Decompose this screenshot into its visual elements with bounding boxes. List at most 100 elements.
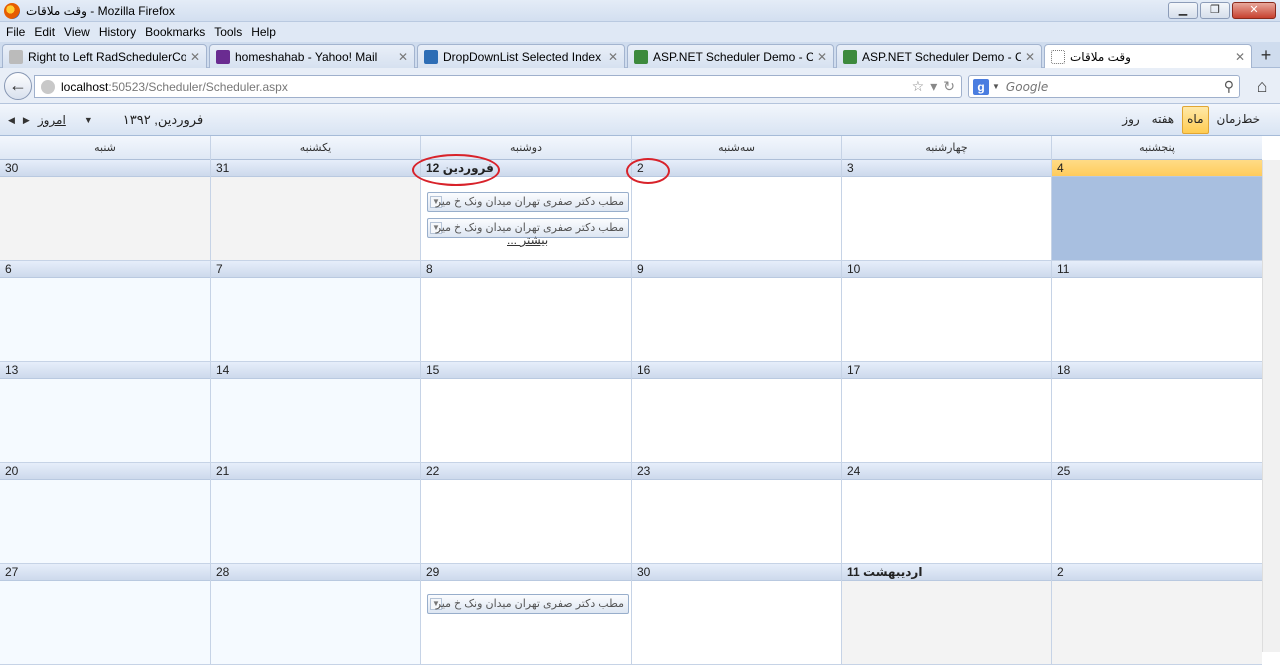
day-cell[interactable]: 31 [210,160,420,261]
day-cell[interactable]: 21 [210,463,420,564]
day-cell[interactable]: 28 [210,564,420,665]
prev-arrow-icon[interactable]: ◀ [8,115,15,126]
day-cell[interactable]: اردیبهشت 11 [841,564,1051,665]
reload-icon[interactable]: ↻ [943,78,955,95]
browser-tab[interactable]: ASP.NET Scheduler Demo - C... ✕ [836,44,1042,68]
day-cell[interactable]: 8 [420,261,631,362]
chevron-down-icon[interactable]: ▼ [992,82,1000,91]
dropdown-arrow-icon[interactable]: ▾ [930,78,937,95]
day-number[interactable]: 20 [0,463,210,480]
day-number[interactable]: 23 [632,463,841,480]
day-cell[interactable]: 30 [0,160,210,261]
browser-tab-active[interactable]: وقت ملاقات ✕ [1044,44,1252,69]
view-month-tab[interactable]: ماه [1182,106,1209,134]
day-number[interactable]: 4 [1052,160,1262,177]
day-number[interactable]: اردیبهشت 11 [842,564,1051,581]
tab-close-icon[interactable]: ✕ [1235,50,1245,64]
menu-bookmarks[interactable]: Bookmarks [143,25,212,39]
tab-close-icon[interactable]: ✕ [190,50,200,64]
day-cell[interactable]: 27 [0,564,210,665]
day-cell[interactable]: 10 [841,261,1051,362]
search-bar[interactable]: g ▼ ⚲ [968,75,1240,98]
tab-close-icon[interactable]: ✕ [608,50,618,64]
day-cell[interactable]: 9 [631,261,841,362]
day-number[interactable]: 7 [211,261,420,278]
day-number[interactable]: 15 [421,362,631,379]
day-number[interactable]: 30 [0,160,210,177]
day-number[interactable]: 9 [632,261,841,278]
browser-tab[interactable]: homeshahab - Yahoo! Mail ✕ [209,44,415,68]
day-cell-today[interactable]: 4 [1051,160,1262,261]
day-cell[interactable]: فروردین 12 ▼ مطب دکتر صفری تهران میدان و… [420,160,631,261]
google-icon[interactable]: g [973,78,989,95]
home-icon[interactable]: ⌂ [1250,76,1274,98]
new-tab-button[interactable]: + [1256,46,1276,66]
day-number[interactable]: 18 [1052,362,1262,379]
menu-file[interactable]: File [4,25,32,39]
day-number[interactable]: 30 [632,564,841,581]
day-number[interactable]: 21 [211,463,420,480]
day-number[interactable]: 8 [421,261,631,278]
minimize-button[interactable]: ▁ [1168,2,1198,19]
day-cell[interactable]: 14 [210,362,420,463]
day-number[interactable]: 31 [211,160,420,177]
tab-close-icon[interactable]: ✕ [1025,50,1035,64]
day-number[interactable]: 22 [421,463,631,480]
view-day-tab[interactable]: روز [1118,106,1143,134]
search-icon[interactable]: ⚲ [1224,78,1234,95]
day-cell[interactable]: 29 ▼ مطب دکتر صفری تهران میدان ونک خ میر [420,564,631,665]
close-window-button[interactable]: ✕ [1232,2,1276,19]
day-cell[interactable]: 17 [841,362,1051,463]
bookmark-star-icon[interactable]: ☆ [912,78,925,95]
day-number[interactable]: فروردین 12 [421,160,631,177]
search-input[interactable] [1005,79,1206,94]
day-number[interactable]: 17 [842,362,1051,379]
day-number[interactable]: 13 [0,362,210,379]
menu-history[interactable]: History [97,25,143,39]
day-number[interactable]: 28 [211,564,420,581]
menu-edit[interactable]: Edit [32,25,62,39]
tab-close-icon[interactable]: ✕ [398,50,408,64]
url-bar[interactable]: localhost :50523/Scheduler/Scheduler.asp… [34,75,962,98]
day-number[interactable]: 24 [842,463,1051,480]
day-cell[interactable]: 25 [1051,463,1262,564]
menu-view[interactable]: View [62,25,97,39]
day-cell[interactable]: 23 [631,463,841,564]
day-cell[interactable]: 20 [0,463,210,564]
day-number[interactable]: 25 [1052,463,1262,480]
appointment[interactable]: ▼ مطب دکتر صفری تهران میدان ونک خ میر [427,192,629,212]
day-cell[interactable]: 16 [631,362,841,463]
day-cell[interactable]: 30 [631,564,841,665]
tab-close-icon[interactable]: ✕ [817,50,827,64]
day-number[interactable]: 11 [1052,261,1262,278]
day-number[interactable]: 27 [0,564,210,581]
day-number[interactable]: 29 [421,564,631,581]
browser-tab[interactable]: DropDownList Selected Index ... ✕ [417,44,625,68]
menu-tools[interactable]: Tools [212,25,249,39]
day-number[interactable]: 10 [842,261,1051,278]
day-cell[interactable]: 13 [0,362,210,463]
show-more-link[interactable]: ... بیشتر [507,233,548,247]
appointment[interactable]: ▼ مطب دکتر صفری تهران میدان ونک خ میر [427,594,629,614]
day-cell[interactable]: 3 [841,160,1051,261]
day-cell[interactable]: 7 [210,261,420,362]
day-number[interactable]: 2 [1052,564,1262,581]
day-number[interactable]: 3 [842,160,1051,177]
day-cell[interactable]: 22 [420,463,631,564]
day-number[interactable]: 2 [632,160,841,177]
browser-tab[interactable]: ASP.NET Scheduler Demo - C... ✕ [627,44,834,68]
day-cell[interactable]: 24 [841,463,1051,564]
day-number[interactable]: 6 [0,261,210,278]
browser-tab[interactable]: Right to Left RadSchedulerCo... ✕ [2,44,207,68]
back-button[interactable]: ← [4,72,32,100]
view-timeline-tab[interactable]: خط‌زمان [1213,106,1265,134]
day-cell[interactable]: 11 [1051,261,1262,362]
today-link[interactable]: امروز [38,113,66,127]
day-cell[interactable]: 15 [420,362,631,463]
day-number[interactable]: 14 [211,362,420,379]
day-cell[interactable]: 18 [1051,362,1262,463]
day-cell[interactable]: 2 [631,160,841,261]
view-week-tab[interactable]: هفته [1148,106,1178,134]
day-cell[interactable]: 2 [1051,564,1262,665]
date-picker-dropdown-icon[interactable]: ▼ [84,115,93,125]
